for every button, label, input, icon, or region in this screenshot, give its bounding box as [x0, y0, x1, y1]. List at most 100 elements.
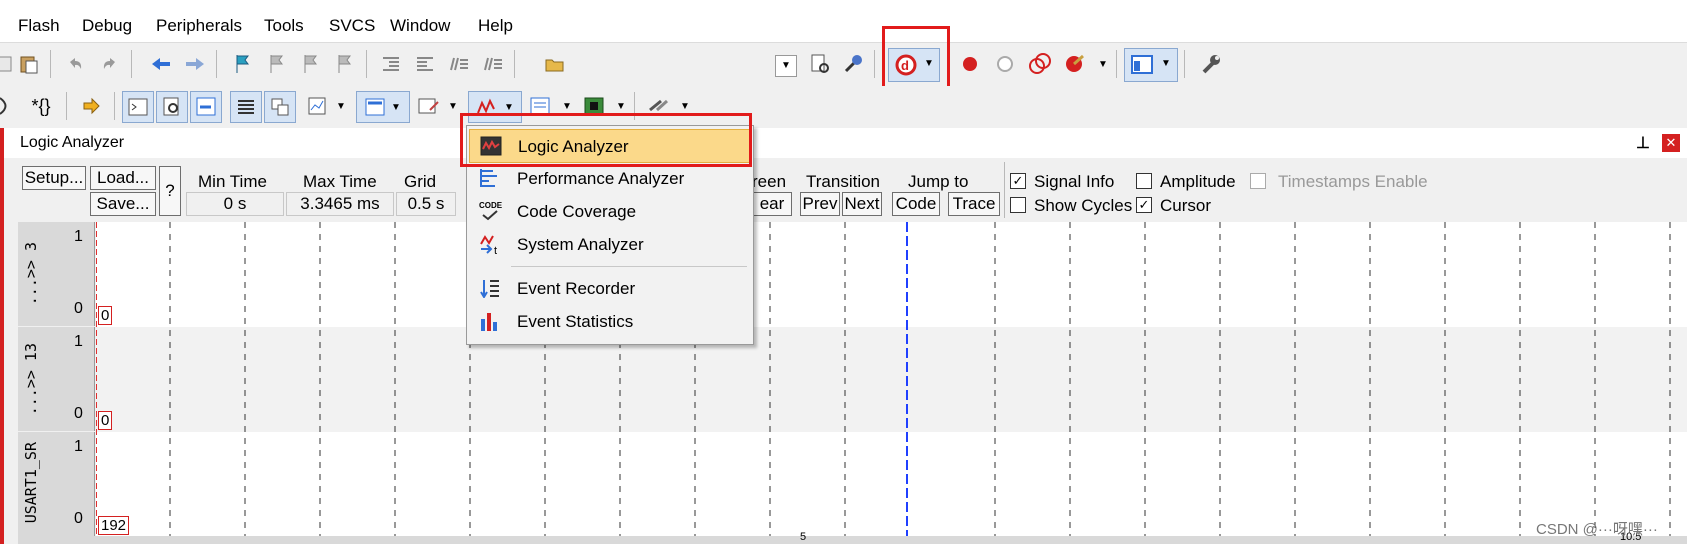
signal-info-checkbox[interactable]: ✓: [1010, 173, 1026, 189]
next-button[interactable]: Next: [842, 192, 882, 216]
clear-button[interactable]: ear: [752, 192, 792, 216]
menu-item-event-statistics[interactable]: Event Statistics: [469, 305, 749, 337]
grid-value: 0.5 s: [396, 192, 456, 216]
back-arrow-icon[interactable]: [146, 49, 176, 79]
next-bookmark-icon[interactable]: [296, 49, 326, 79]
dropdown-arrow-icon: ▼: [1161, 58, 1171, 69]
comment-icon[interactable]: [444, 49, 474, 79]
cursor-label: Cursor: [1160, 196, 1212, 215]
menu-item-label: Code Coverage: [517, 202, 637, 221]
amplitude-checkbox[interactable]: [1136, 173, 1152, 189]
paste-icon[interactable]: [14, 49, 44, 79]
redo-icon[interactable]: [95, 49, 125, 79]
disable-all-breakpoints-icon[interactable]: [1025, 49, 1055, 79]
memory-window-icon[interactable]: ▼: [356, 91, 410, 123]
unindent-icon[interactable]: [410, 49, 440, 79]
signal-row-label[interactable]: ...>> 13 1 0: [18, 327, 95, 431]
dropdown-arrow-icon[interactable]: ▼: [336, 101, 346, 112]
menu-item-code-coverage[interactable]: CODE Code Coverage: [469, 195, 749, 227]
chevron-down-icon[interactable]: ▼: [775, 55, 797, 77]
prev-bookmark-icon[interactable]: [262, 49, 292, 79]
toolbar-separator: [114, 92, 115, 120]
signal-name: ...>> 3: [22, 242, 40, 306]
setup-button[interactable]: Setup...: [22, 166, 86, 190]
kill-breakpoints-icon[interactable]: [1060, 49, 1090, 79]
code-button[interactable]: Code: [892, 192, 940, 216]
run-to-cursor-icon[interactable]: *{}: [26, 91, 56, 121]
disable-breakpoint-icon[interactable]: [990, 49, 1020, 79]
screen-label-partial: reen: [752, 172, 787, 191]
jump-to-label: Jump to: [908, 172, 969, 191]
uncomment-icon[interactable]: [478, 49, 508, 79]
show-cycles-checkbox[interactable]: [1010, 197, 1026, 213]
registers-window-icon[interactable]: [230, 91, 262, 123]
clear-bookmarks-icon[interactable]: [330, 49, 360, 79]
controls-separator: [1004, 162, 1005, 218]
step-out-icon[interactable]: [0, 91, 22, 121]
open-file-icon[interactable]: [540, 49, 570, 79]
panel-title: Logic Analyzer: [20, 134, 125, 151]
waveform-grid: [96, 222, 1671, 544]
menu-item-system-analyzer[interactable]: t System Analyzer: [469, 228, 749, 260]
grid-label: Grid: [404, 172, 437, 191]
call-stack-window-icon[interactable]: [264, 91, 296, 123]
signal-high-label: 1: [74, 228, 83, 245]
trace-button[interactable]: Trace: [948, 192, 1000, 216]
dropdown-arrow-icon[interactable]: ▼: [616, 101, 626, 112]
close-icon[interactable]: ✕: [1662, 134, 1680, 152]
max-time-value: 3.3465 ms: [286, 192, 394, 216]
insert-breakpoint-icon[interactable]: [955, 49, 985, 79]
menu-peripherals[interactable]: Peripherals: [156, 16, 242, 36]
menu-item-label: Performance Analyzer: [517, 169, 685, 188]
undo-icon[interactable]: [60, 49, 90, 79]
prev-button[interactable]: Prev: [800, 192, 840, 216]
cursor-checkbox[interactable]: ✓: [1136, 197, 1152, 213]
dropdown-arrow-icon[interactable]: ▼: [562, 101, 572, 112]
show-cycles-label: Show Cycles: [1034, 196, 1133, 215]
watch-window-icon[interactable]: [302, 91, 332, 121]
indent-icon[interactable]: [376, 49, 406, 79]
dropdown-arrow-icon[interactable]: ▼: [680, 101, 690, 112]
bookmark-icon[interactable]: [228, 49, 258, 79]
browse-icon[interactable]: [838, 49, 868, 79]
signal-row-label[interactable]: USART1_SR 1 0: [18, 432, 95, 536]
title-strip: [0, 0, 1687, 12]
signal-info-label: Signal Info: [1034, 172, 1115, 191]
load-button[interactable]: Load...: [90, 166, 156, 190]
menu-item-label: Event Recorder: [517, 279, 636, 298]
show-next-statement-icon[interactable]: [76, 91, 106, 121]
start-debug-button[interactable]: d ▼: [888, 48, 940, 82]
signal-row-label[interactable]: ...>> 3 1 0: [18, 222, 95, 326]
dropdown-arrow-icon: ▼: [924, 58, 934, 69]
menu-tools[interactable]: Tools: [264, 16, 304, 36]
menu-flash[interactable]: Flash: [18, 16, 60, 36]
command-window-icon[interactable]: [122, 91, 154, 123]
menu-svcs[interactable]: SVCS: [329, 16, 375, 36]
timestamps-checkbox[interactable]: [1250, 173, 1266, 189]
performance-analyzer-icon: [480, 169, 497, 187]
toolbar-separator: [66, 92, 67, 120]
forward-arrow-icon[interactable]: [180, 49, 210, 79]
menu-item-event-recorder[interactable]: Event Recorder: [469, 272, 749, 304]
max-time-label: Max Time: [303, 172, 377, 191]
dropdown-arrow-icon[interactable]: ▼: [1098, 59, 1108, 70]
toolbar-debug: *{} ▼ ▼ ▼ ▼ ▼ ▼ ▼: [0, 86, 1687, 126]
toolbar-separator: [366, 50, 367, 78]
serial-window-icon[interactable]: [414, 91, 444, 121]
logic-analyzer-panel: Setup... Load... Save... ? Min Time 0 s …: [0, 158, 1687, 544]
menu-debug[interactable]: Debug: [82, 16, 132, 36]
menu-bar: Flash Debug Peripherals Tools SVCS Windo…: [0, 12, 1687, 43]
pin-icon[interactable]: ⊥: [1636, 133, 1650, 153]
menu-window[interactable]: Window: [390, 16, 450, 36]
help-button[interactable]: ?: [159, 166, 181, 216]
window-layout-button[interactable]: ▼: [1124, 48, 1178, 82]
menu-help[interactable]: Help: [478, 16, 513, 36]
disassembly-window-icon[interactable]: [156, 91, 188, 123]
waveform-area[interactable]: 0 0 192: [96, 222, 1687, 544]
wrench-icon[interactable]: [1196, 49, 1226, 79]
save-button[interactable]: Save...: [90, 192, 156, 216]
symbols-window-icon[interactable]: [190, 91, 222, 123]
find-in-files-icon[interactable]: [805, 49, 835, 79]
event-statistics-icon: [481, 313, 497, 331]
dropdown-arrow-icon[interactable]: ▼: [448, 101, 458, 112]
